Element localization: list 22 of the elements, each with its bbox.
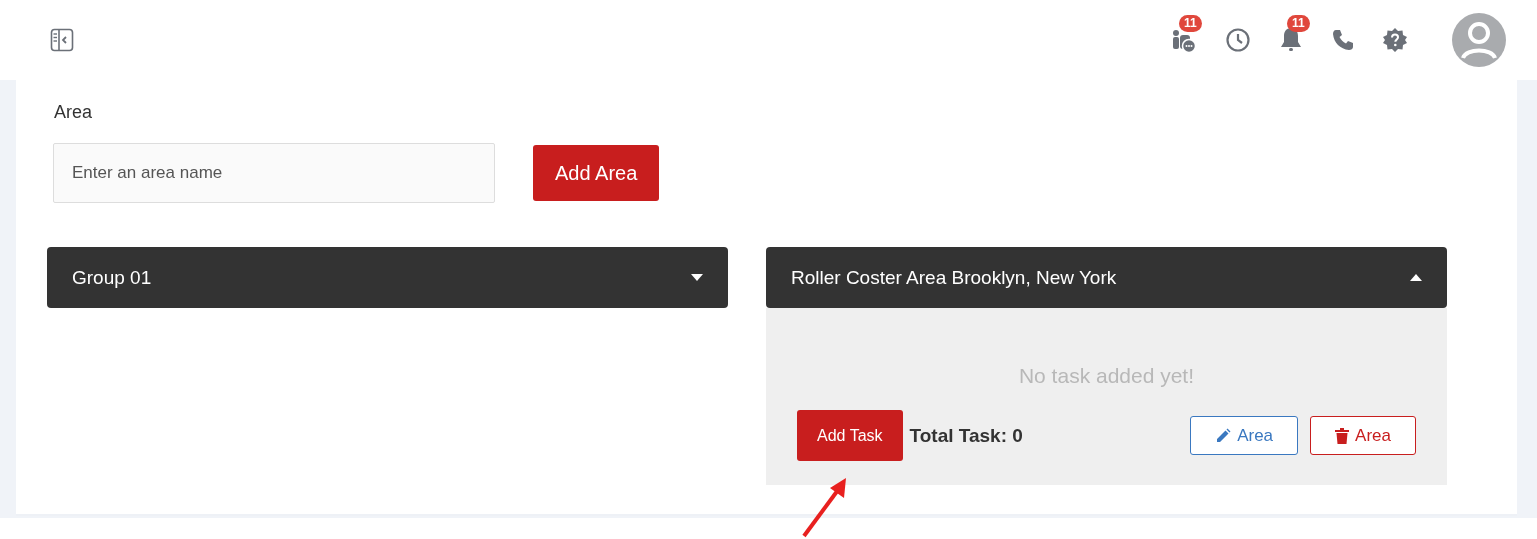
group-header[interactable]: Roller Coster Area Brooklyn, New York — [766, 247, 1447, 308]
caret-down-icon — [691, 274, 703, 281]
notification-badge: 11 — [1179, 15, 1202, 32]
add-area-button[interactable]: Add Area — [533, 145, 660, 201]
sidebar-toggle-icon[interactable] — [50, 28, 74, 52]
group-title: Roller Coster Area Brooklyn, New York — [791, 266, 1117, 289]
bell-icon[interactable] — [1278, 26, 1304, 54]
area-label: Area — [54, 102, 94, 123]
pencil-icon — [1215, 427, 1232, 444]
group-header[interactable]: Group 01 — [47, 247, 728, 308]
help-icon[interactable] — [1382, 27, 1408, 53]
phone-icon[interactable] — [1331, 28, 1355, 52]
delete-area-button[interactable]: Area — [1310, 416, 1416, 455]
total-task-count: Total Task: 0 — [909, 424, 1023, 447]
group-title: Group 01 — [72, 266, 152, 289]
caret-up-icon — [1410, 274, 1422, 281]
area-name-field[interactable]: Enter an area name — [53, 143, 495, 203]
add-task-button[interactable]: Add Task — [797, 410, 903, 461]
notification-badge: 11 — [1287, 15, 1310, 32]
trash-icon — [1335, 427, 1350, 444]
edit-area-button[interactable]: Area — [1190, 416, 1299, 455]
clock-icon[interactable] — [1225, 27, 1251, 53]
